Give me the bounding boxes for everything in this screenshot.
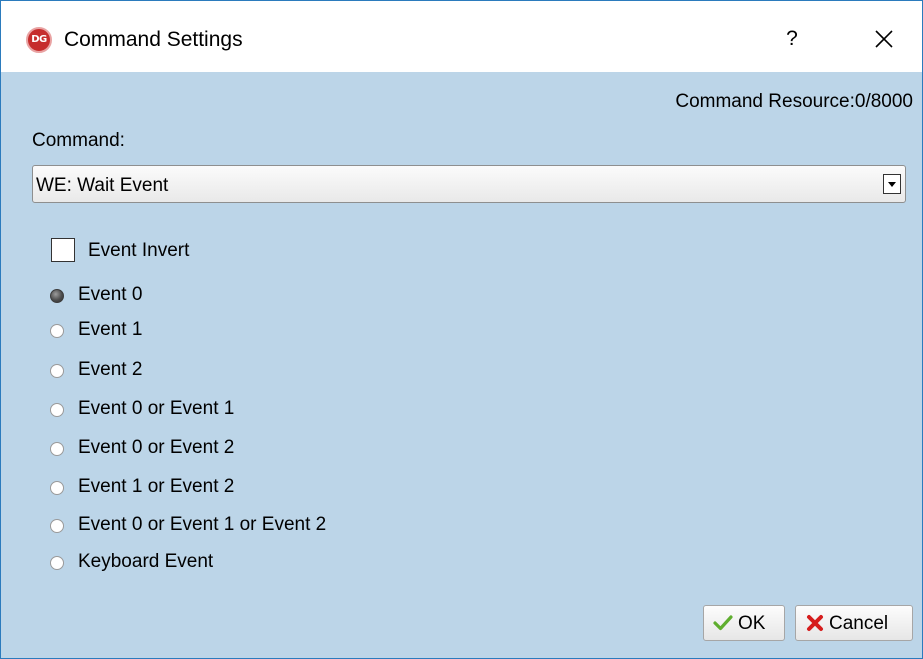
event-invert-checkbox[interactable]	[51, 238, 75, 262]
chevron-down-icon[interactable]	[883, 174, 901, 194]
event-radio-label: Event 0 or Event 1	[78, 398, 235, 419]
event-radio[interactable]	[50, 364, 64, 378]
command-label: Command:	[32, 130, 125, 151]
help-button[interactable]: ?	[777, 23, 807, 55]
x-mark-icon	[807, 615, 823, 631]
event-radio[interactable]	[50, 289, 64, 303]
event-radio-label: Keyboard Event	[78, 551, 214, 572]
event-radio-label: Event 2	[78, 359, 143, 380]
event-invert-label: Event Invert	[88, 240, 190, 261]
ok-button[interactable]: OK	[703, 605, 785, 641]
title-bar[interactable]: DG Command Settings ?	[1, 1, 922, 72]
event-radio-label: Event 0	[78, 284, 143, 305]
event-radio[interactable]	[50, 481, 64, 495]
ok-button-label: OK	[738, 613, 766, 634]
event-radio-label: Event 0 or Event 1 or Event 2	[78, 514, 327, 535]
event-radio-label: Event 1	[78, 319, 143, 340]
window-title: Command Settings	[64, 28, 243, 51]
event-radio[interactable]	[50, 324, 64, 338]
cancel-button[interactable]: Cancel	[795, 605, 913, 641]
close-button[interactable]	[867, 23, 901, 55]
event-radio[interactable]	[50, 403, 64, 417]
command-settings-dialog: DG Command Settings ? Command Resource:0…	[0, 0, 923, 659]
event-radio[interactable]	[50, 442, 64, 456]
event-radio[interactable]	[50, 556, 64, 570]
app-logo-icon: DG	[26, 27, 52, 53]
event-radio[interactable]	[50, 519, 64, 533]
event-radio-label: Event 1 or Event 2	[78, 476, 235, 497]
event-radio-label: Event 0 or Event 2	[78, 437, 235, 458]
checkmark-icon	[713, 615, 733, 631]
cancel-button-label: Cancel	[829, 613, 889, 634]
close-icon	[875, 30, 893, 48]
command-select-value: WE: Wait Event	[36, 175, 169, 196]
command-select[interactable]: WE: Wait Event	[32, 165, 906, 203]
command-resource-counter: Command Resource:0/8000	[675, 91, 913, 112]
